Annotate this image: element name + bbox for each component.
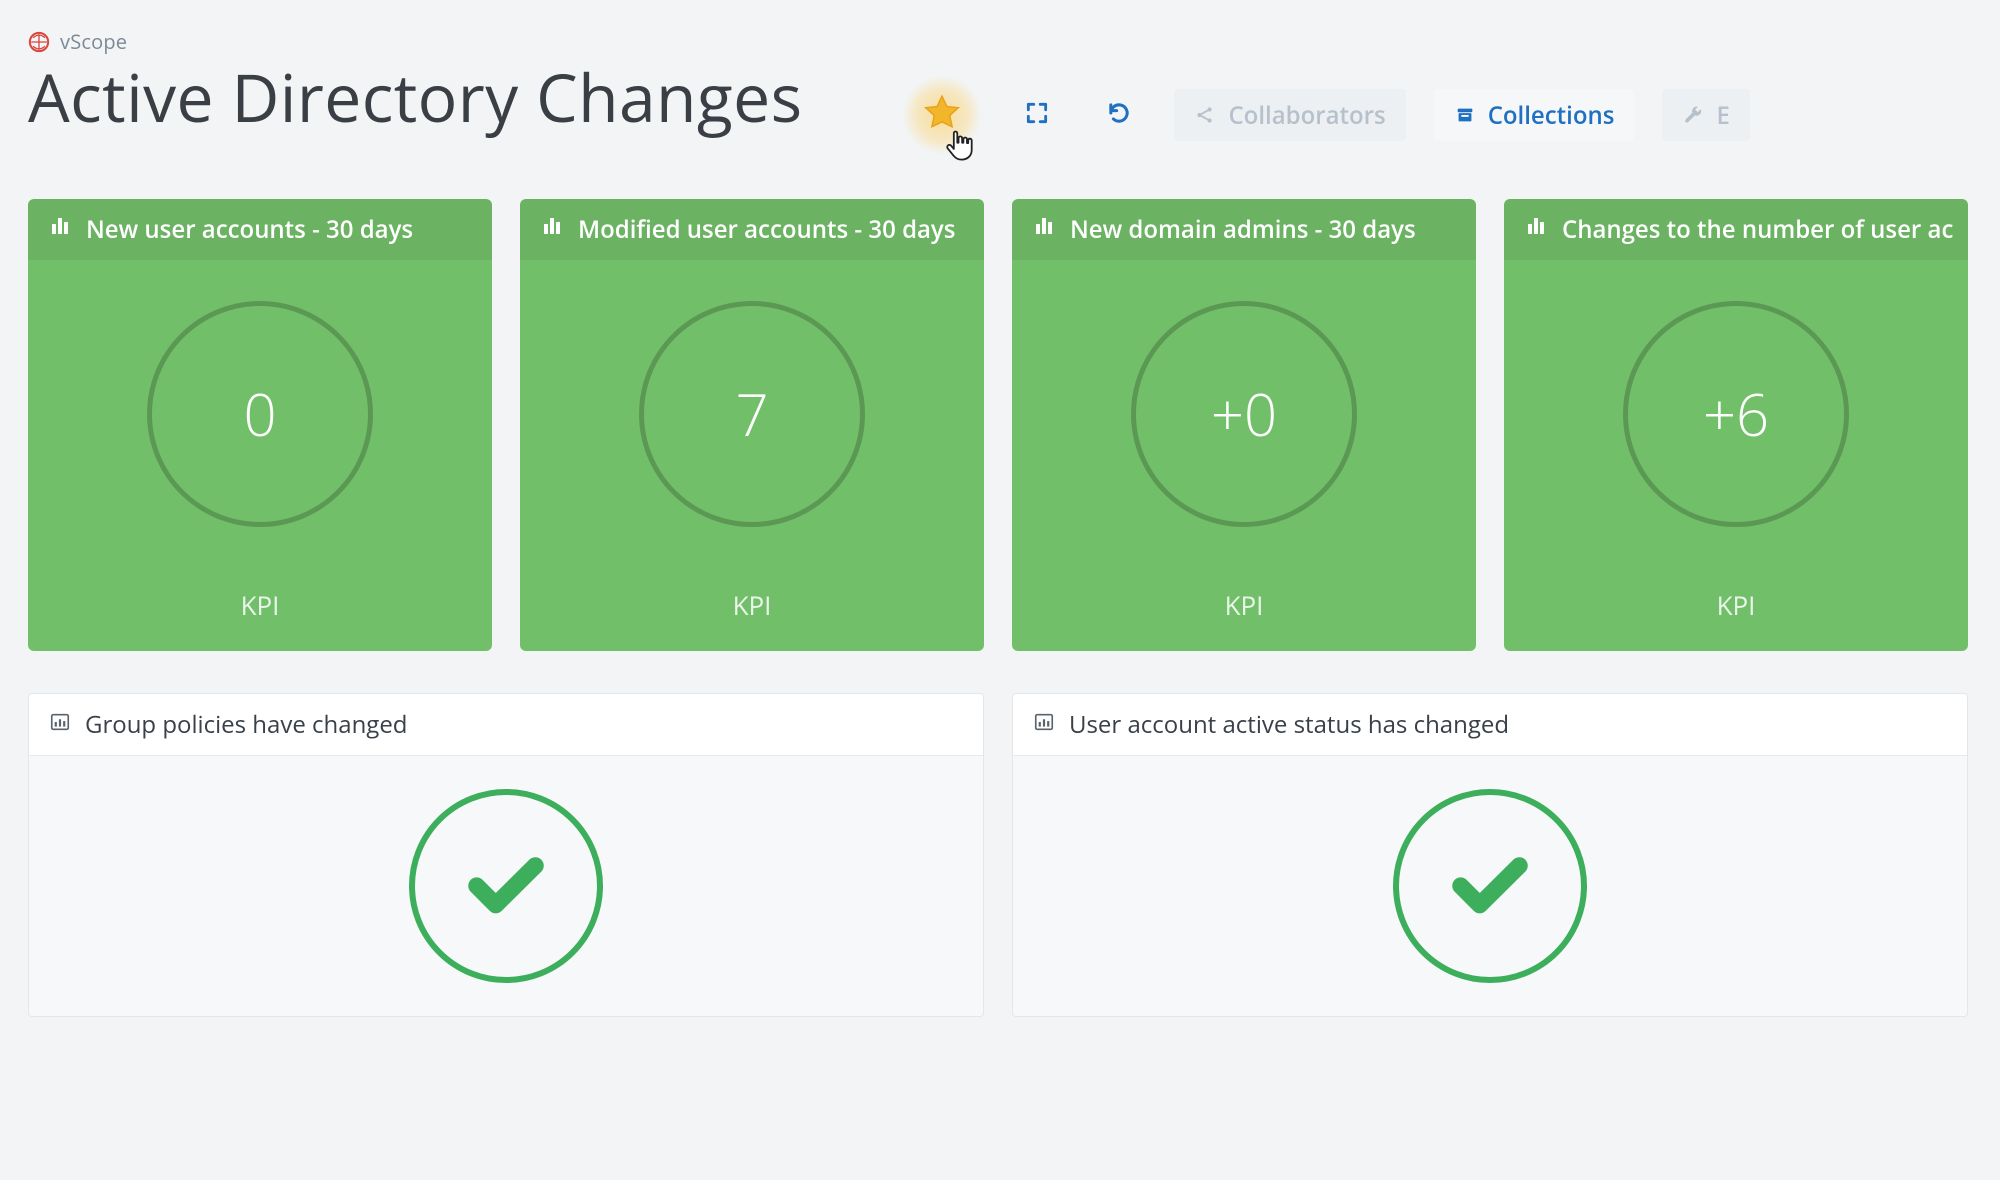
panel-row: Group policies have changed xyxy=(28,693,2000,1017)
kpi-head: Changes to the number of user ac xyxy=(1504,199,1968,260)
fullscreen-icon xyxy=(1024,100,1050,131)
panel-head: User account active status has changed xyxy=(1013,694,1967,756)
fullscreen-button[interactable] xyxy=(1010,88,1064,142)
page-title: Active Directory Changes xyxy=(28,63,802,132)
kpi-value: 0 xyxy=(243,374,276,453)
page-root: vScope Active Directory Changes xyxy=(0,0,2000,1180)
kpi-ring: 0 xyxy=(147,301,373,527)
collections-button[interactable]: Collections xyxy=(1434,89,1635,141)
kpi-body: +0 xyxy=(1012,260,1476,567)
collaborators-label: Collaborators xyxy=(1228,99,1385,132)
kpi-title: New domain admins - 30 days xyxy=(1070,213,1416,246)
kpi-card-modified-users[interactable]: Modified user accounts - 30 days 7 KPI xyxy=(520,199,984,651)
report-icon xyxy=(49,708,71,741)
status-ok-ring xyxy=(1393,789,1587,983)
check-icon xyxy=(1446,840,1534,933)
panel-user-active-status[interactable]: User account active status has changed xyxy=(1012,693,1968,1017)
wrench-icon xyxy=(1682,104,1704,126)
bar-chart-icon xyxy=(1032,213,1056,246)
kpi-body: 0 xyxy=(28,260,492,567)
kpi-ring: +6 xyxy=(1623,301,1849,527)
edit-button[interactable]: E xyxy=(1662,89,1749,141)
panel-head: Group policies have changed xyxy=(29,694,983,756)
panel-body xyxy=(1013,756,1967,1016)
toolbar: Collaborators Collections xyxy=(902,63,1749,155)
collections-icon xyxy=(1454,104,1476,126)
kpi-title: Changes to the number of user ac xyxy=(1562,213,1953,246)
kpi-head: New domain admins - 30 days xyxy=(1012,199,1476,260)
brand-name: vScope xyxy=(60,28,127,55)
kpi-footer: KPI xyxy=(1012,567,1476,651)
kpi-value: +6 xyxy=(1703,374,1769,453)
star-icon xyxy=(920,91,964,140)
panel-group-policies[interactable]: Group policies have changed xyxy=(28,693,984,1017)
refresh-icon xyxy=(1105,99,1133,132)
kpi-card-user-changes[interactable]: Changes to the number of user ac +6 KPI xyxy=(1504,199,1968,651)
share-icon xyxy=(1194,104,1216,126)
bar-chart-icon xyxy=(540,213,564,246)
status-ok-ring xyxy=(409,789,603,983)
bar-chart-icon xyxy=(48,213,72,246)
kpi-head: New user accounts - 30 days xyxy=(28,199,492,260)
kpi-ring: +0 xyxy=(1131,301,1357,527)
kpi-body: 7 xyxy=(520,260,984,567)
brand-logo-icon xyxy=(28,31,50,53)
kpi-value: 7 xyxy=(735,374,768,453)
panel-title: Group policies have changed xyxy=(85,708,408,741)
collaborators-button[interactable]: Collaborators xyxy=(1174,89,1405,141)
header: Active Directory Changes xyxy=(28,63,2000,155)
kpi-row: New user accounts - 30 days 0 KPI Modifi… xyxy=(28,199,2000,651)
kpi-ring: 7 xyxy=(639,301,865,527)
kpi-card-new-users[interactable]: New user accounts - 30 days 0 KPI xyxy=(28,199,492,651)
kpi-footer: KPI xyxy=(28,567,492,651)
brand: vScope xyxy=(28,28,2000,55)
collections-label: Collections xyxy=(1488,99,1615,132)
kpi-footer: KPI xyxy=(1504,567,1968,651)
report-icon xyxy=(1033,708,1055,741)
kpi-value: +0 xyxy=(1211,374,1277,453)
kpi-footer: KPI xyxy=(520,567,984,651)
panel-body xyxy=(29,756,983,1016)
kpi-title: New user accounts - 30 days xyxy=(86,213,413,246)
kpi-body: +6 xyxy=(1504,260,1968,567)
kpi-head: Modified user accounts - 30 days xyxy=(520,199,984,260)
edit-label: E xyxy=(1716,99,1729,132)
refresh-button[interactable] xyxy=(1092,88,1146,142)
bar-chart-icon xyxy=(1524,213,1548,246)
check-icon xyxy=(462,840,550,933)
favorite-button[interactable] xyxy=(902,75,982,155)
kpi-card-new-domain-admins[interactable]: New domain admins - 30 days +0 KPI xyxy=(1012,199,1476,651)
panel-title: User account active status has changed xyxy=(1069,708,1509,741)
kpi-title: Modified user accounts - 30 days xyxy=(578,213,955,246)
